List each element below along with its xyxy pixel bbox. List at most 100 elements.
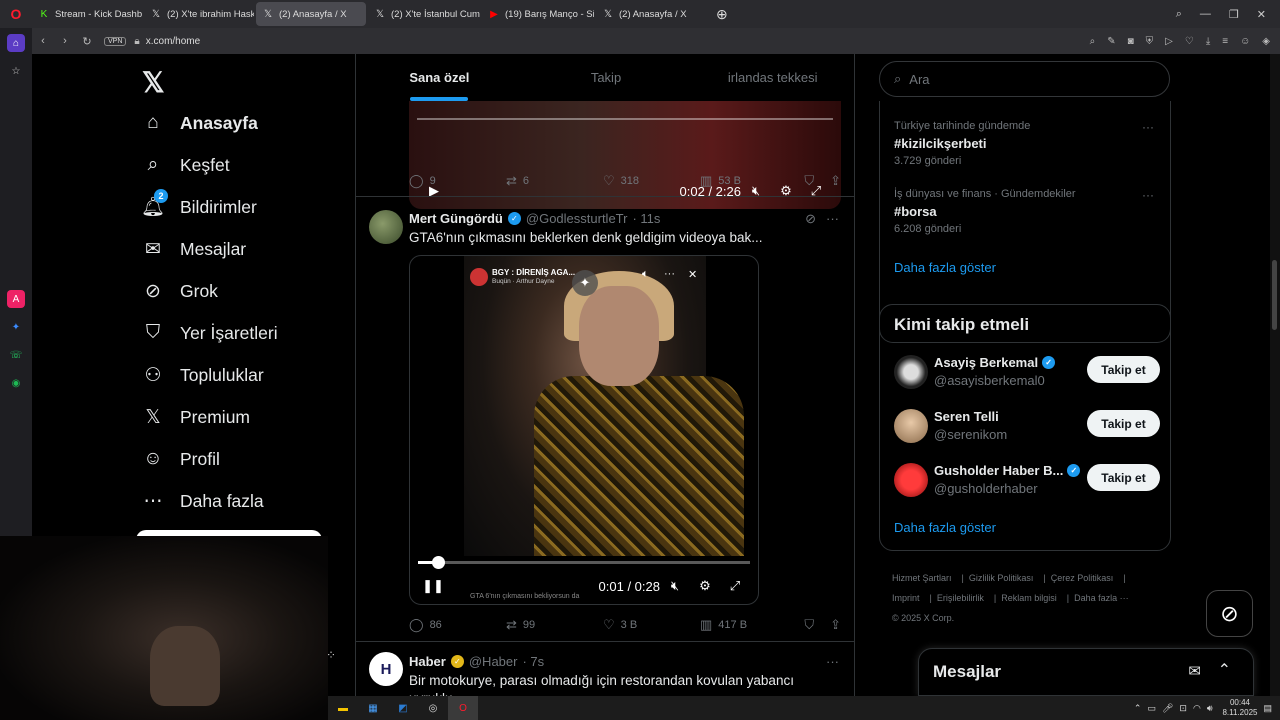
search-tabs-icon[interactable]: ⌕ [1176, 8, 1182, 21]
video-progress-bar[interactable] [417, 118, 833, 120]
footer-link[interactable]: Reklam bilgisi [1001, 593, 1057, 603]
new-message-icon[interactable]: ✉ [1188, 662, 1201, 680]
nav-item-x-premium[interactable]: 𝕏 Premium [140, 396, 340, 438]
more-options-icon[interactable]: ··· [1142, 120, 1154, 134]
scrollbar-thumb[interactable] [1272, 260, 1277, 330]
share-icon[interactable]: ⇪ [830, 173, 841, 189]
edit-icon[interactable]: ✎ [1107, 36, 1115, 47]
browser-tab[interactable]: K Stream - Kick Dashboard [32, 2, 142, 26]
avatar[interactable] [894, 409, 928, 443]
profile-icon[interactable]: ☺ [1240, 36, 1250, 47]
more-options-icon[interactable]: ··· [826, 654, 839, 669]
clock[interactable]: 00:44 8.11.2025 [1222, 698, 1257, 718]
vpn-badge[interactable]: VPN [104, 36, 127, 46]
x-logo-icon[interactable]: 𝕏 [142, 62, 340, 102]
views-button[interactable]: ▥ 53 B [700, 173, 797, 189]
browser-tab[interactable]: 𝕏 (2) X'te İstanbul Cumhuriy [368, 2, 480, 26]
mute-icon[interactable]: 🔇︎ [660, 578, 690, 594]
footer-link[interactable]: Imprint [892, 593, 920, 603]
close-icon[interactable]: ✕ [688, 268, 697, 281]
follow-button[interactable]: Takip et [1087, 464, 1160, 491]
video-progress-bar[interactable] [418, 561, 750, 564]
file-explorer-icon[interactable]: ▬ [328, 696, 358, 720]
follow-button[interactable]: Takip et [1087, 356, 1160, 383]
play-icon[interactable]: ▷ [1165, 36, 1173, 47]
footer-link[interactable]: Hizmet Şartları [892, 573, 952, 583]
browser-tab[interactable]: 𝕏 (2) Anasayfa / X [596, 2, 706, 26]
retweet-button[interactable]: ⇄ 99 [506, 617, 603, 633]
tab-following[interactable]: Takip [523, 54, 690, 101]
zoom-icon[interactable]: ⌕ [1090, 36, 1096, 47]
nav-item-home[interactable]: ⌂ Anasayfa [140, 102, 340, 144]
follow-suggestion[interactable]: Asayiş Berkemal ✓ @asayisberkemal0 Takip … [894, 353, 1160, 393]
follow-suggestion[interactable]: Seren Telli @serenikom Takip et [894, 407, 1160, 447]
browser-tab[interactable]: ▶ (19) Barış Manço - Simsiy [482, 2, 594, 26]
new-tab-plus-icon[interactable]: ⊕ [716, 6, 728, 23]
avatar[interactable]: H [369, 652, 403, 686]
nav-item-profile[interactable]: ☺ Profil [140, 438, 340, 480]
minimize-icon[interactable]: — [1200, 8, 1211, 20]
grok-sparkle-icon[interactable]: ✦ [572, 270, 598, 296]
tweet-time[interactable]: · 11s [632, 211, 660, 226]
url-field[interactable]: x.com/home [146, 36, 200, 47]
mic-icon[interactable]: 🎤︎ [1162, 703, 1173, 714]
menu-icon[interactable]: ≡ [1222, 36, 1228, 47]
messages-drawer[interactable]: Mesajlar ✉ ⌃ [918, 648, 1254, 696]
outlook-icon[interactable]: ◩ [388, 696, 418, 720]
speaker-icon[interactable]: 🔊︎ [1207, 703, 1213, 714]
browser-tab-active[interactable]: 𝕏 (2) Anasayfa / X [256, 2, 366, 26]
aria-icon[interactable]: A [7, 290, 25, 308]
browser-tab[interactable]: 𝕏 (2) X'te ibrahim Haskoloğ [144, 2, 254, 26]
follow-suggestion[interactable]: Gusholder Haber B... ✓ @gusholderhaber Ta… [894, 461, 1160, 501]
footer-link[interactable]: Daha fazla ··· [1074, 593, 1129, 603]
share-icon[interactable]: ⇪ [830, 617, 841, 633]
search-input[interactable]: ⌕ Ara [879, 61, 1170, 97]
like-button[interactable]: ♡ 3 B [603, 617, 700, 633]
video-player-2[interactable]: BGY : DİRENİŞ AGA... Buqün · Arthur Dayn… [409, 255, 759, 605]
whatsapp-icon[interactable]: ☏ [7, 346, 25, 364]
more-options-icon[interactable]: ··· [1142, 188, 1154, 202]
volume-icon[interactable]: 🔈︎ [642, 268, 649, 281]
shield-icon[interactable]: ⛨ [1146, 36, 1154, 47]
avatar[interactable] [894, 463, 928, 497]
footer-link[interactable]: Erişilebilirlik [937, 593, 984, 603]
tab-list[interactable]: irlandas tekkesi [689, 54, 854, 101]
footer-link[interactable]: Gizlilik Politikası [969, 573, 1034, 583]
reload-icon[interactable]: ↻ [76, 35, 98, 48]
back-arrow-icon[interactable]: ‹ [32, 35, 54, 47]
page-scrollbar[interactable] [1270, 54, 1280, 696]
tab-for-you[interactable]: Sana özel [356, 54, 523, 101]
nav-item-more[interactable]: ⋯ Daha fazla [140, 480, 340, 522]
nav-item-mail[interactable]: ✉ Mesajlar [140, 228, 340, 270]
forward-arrow-icon[interactable]: › [54, 35, 76, 47]
aria-icon[interactable]: ◈ [1262, 36, 1270, 47]
bookmark-icon[interactable]: ⛉ [804, 617, 814, 633]
nav-item-communities[interactable]: ⚇ Topluluklar [140, 354, 340, 396]
tweet-time[interactable]: · 7s [522, 654, 544, 669]
expand-chevron-icon[interactable]: ⌃ [1218, 660, 1231, 680]
retweet-button[interactable]: ⇄ 6 [506, 173, 603, 189]
avatar[interactable] [894, 355, 928, 389]
more-options-icon[interactable]: ··· [664, 268, 675, 280]
video-player-1[interactable]: ▶ 0:02 / 2:26 🔇︎ ⚙ ⤢ [409, 101, 841, 209]
store-icon[interactable]: ▦ [358, 696, 388, 720]
reply-button[interactable]: ◯ 86 [409, 617, 506, 633]
camera-icon[interactable]: ◙ [1128, 36, 1134, 47]
author-name[interactable]: Mert Güngördü [409, 211, 503, 226]
like-button[interactable]: ♡ 318 [603, 173, 700, 189]
nav-item-bell[interactable]: 🔔︎ 2 Bildirimler [140, 186, 340, 228]
show-more-link[interactable]: Daha fazla göster [894, 520, 996, 535]
chevron-up-icon[interactable]: ⌃ [1134, 703, 1142, 714]
bookmark-icon[interactable]: ⛉ [804, 173, 814, 189]
app-tray-icon[interactable]: ▭ [1147, 703, 1156, 714]
trend-item[interactable]: İş dünyası ve finans · Gündemdekiler #bo… [894, 188, 1154, 235]
author-handle[interactable]: @Haber [469, 654, 518, 669]
author-name[interactable]: Haber [409, 654, 446, 669]
views-button[interactable]: ▥ 417 B [700, 617, 797, 633]
close-icon[interactable]: ✕ [1257, 8, 1266, 21]
opera-taskbar-icon[interactable]: O [448, 696, 478, 720]
maximize-icon[interactable]: ❐ [1229, 8, 1239, 21]
fullscreen-icon[interactable]: ⤢ [720, 578, 750, 594]
show-more-link[interactable]: Daha fazla göster [894, 260, 996, 275]
more-options-icon[interactable]: ··· [826, 211, 839, 226]
